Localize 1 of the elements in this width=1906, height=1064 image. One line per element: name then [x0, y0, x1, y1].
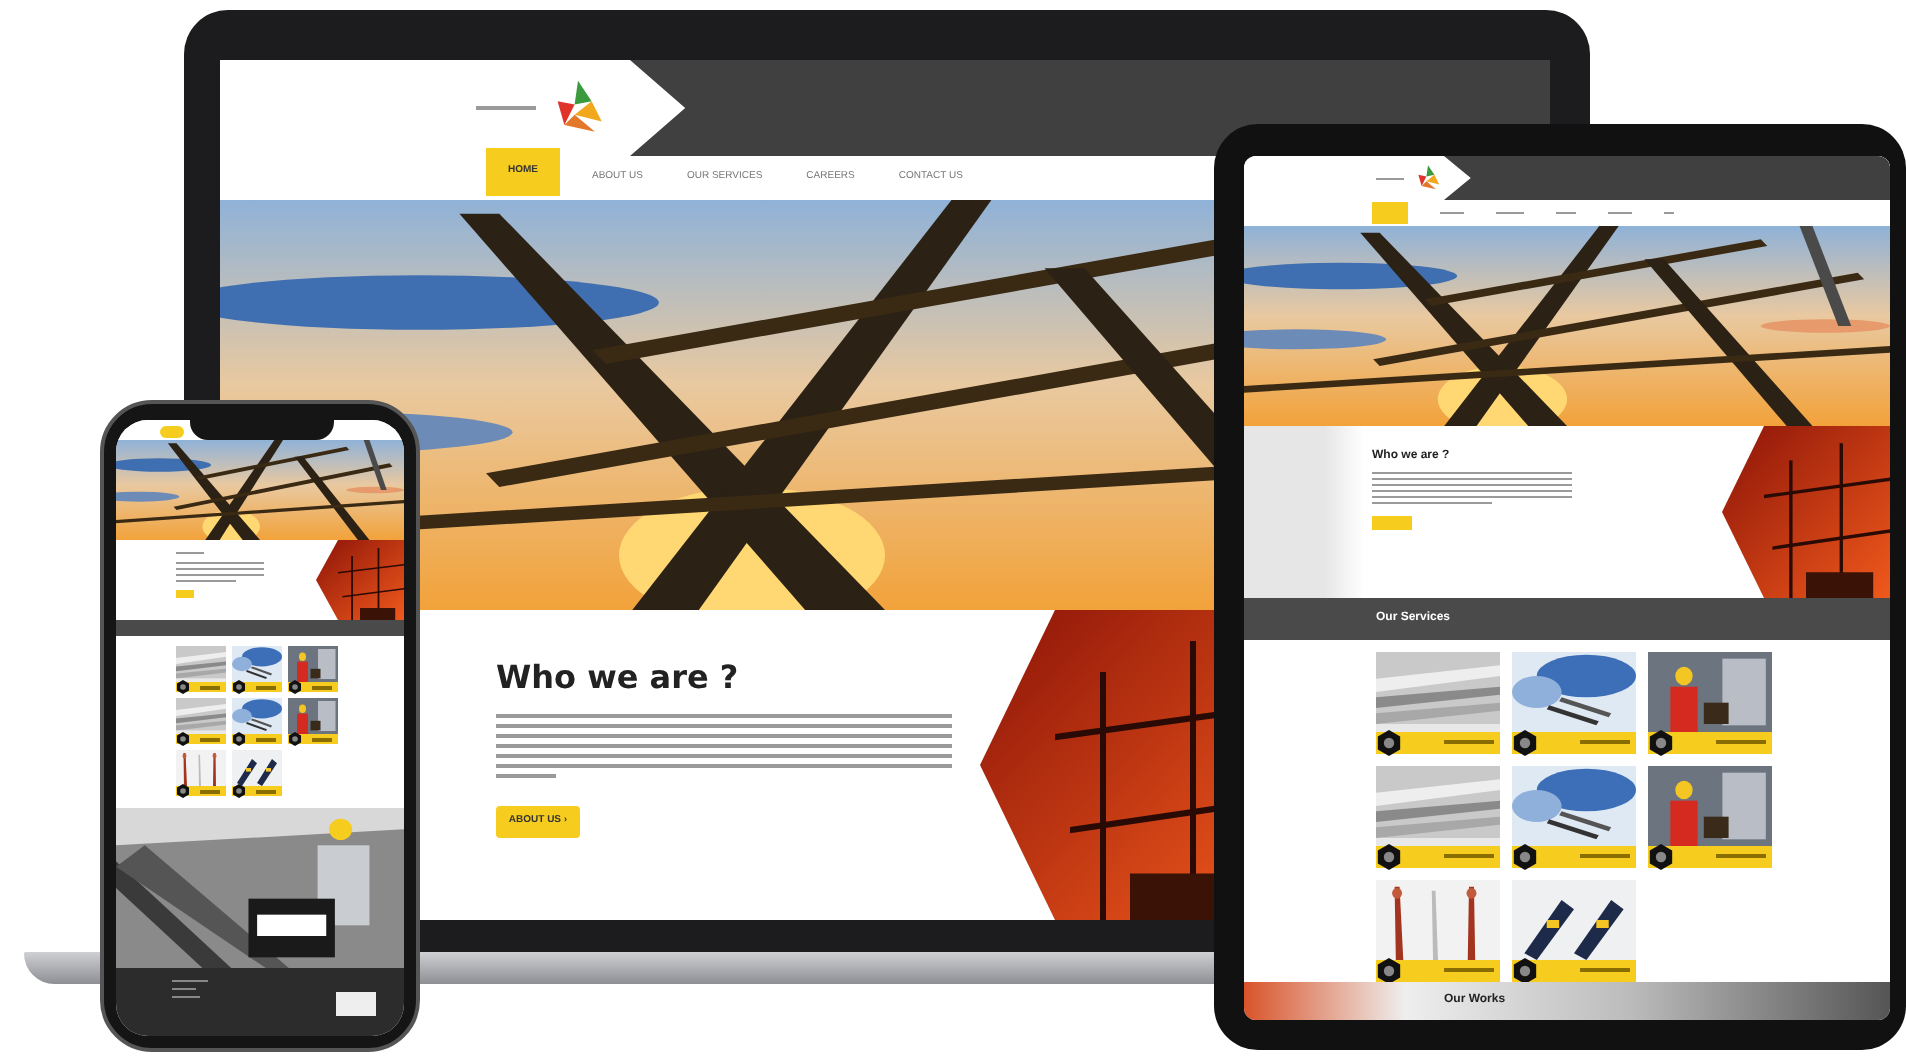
section-title: Who we are ? [496, 662, 741, 694]
